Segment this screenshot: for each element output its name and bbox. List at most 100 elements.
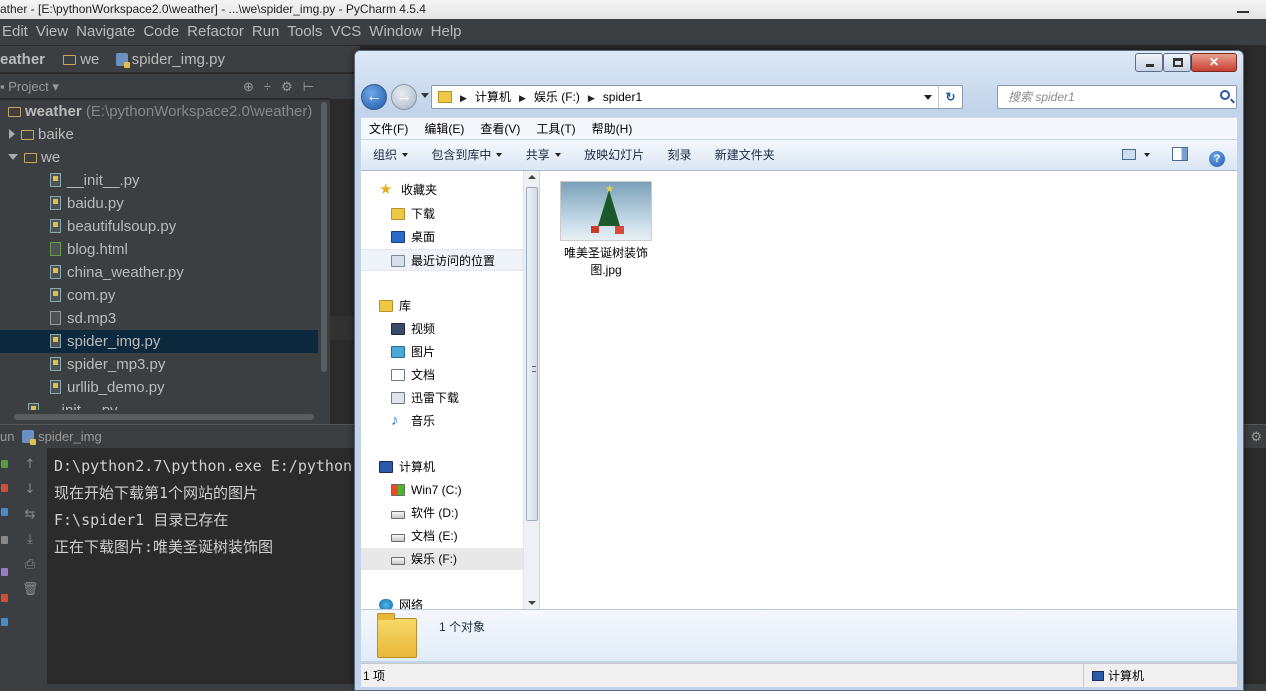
address-segment[interactable]: 娱乐 (F:) bbox=[534, 90, 580, 104]
nav-pictures[interactable]: 图片 bbox=[361, 341, 523, 363]
scroll-up-icon[interactable] bbox=[528, 175, 536, 179]
close-button[interactable]: ✕ bbox=[1191, 53, 1237, 72]
refresh-button[interactable]: ↻ bbox=[938, 86, 962, 108]
address-bar[interactable]: ▶ 计算机 ▶ 娱乐 (F:) ▶ spider1 ↻ bbox=[431, 85, 963, 109]
address-segment[interactable]: spider1 bbox=[603, 90, 642, 104]
tree-item-we[interactable]: we bbox=[0, 146, 318, 169]
menu-window[interactable]: Window bbox=[369, 23, 422, 40]
organize-button[interactable]: 组织 bbox=[373, 140, 409, 171]
expand-arrow-icon[interactable] bbox=[9, 129, 15, 139]
breadcrumb-root[interactable]: eather bbox=[0, 46, 45, 72]
menu-view[interactable]: View bbox=[36, 23, 68, 40]
file-list[interactable]: ★ 唯美圣诞树装饰 图.jpg bbox=[540, 171, 1237, 609]
help-icon[interactable] bbox=[1, 618, 8, 626]
nav-recent-places[interactable]: 最近访问的位置 bbox=[361, 249, 523, 271]
menu-file[interactable]: 文件(F) bbox=[369, 118, 408, 140]
sync-icon[interactable]: ⊕ bbox=[243, 79, 264, 94]
tree-item-init[interactable]: __init__.py bbox=[0, 169, 318, 192]
share-button[interactable]: 共享 bbox=[526, 140, 561, 171]
project-tab[interactable]: ▪ Project ▾ bbox=[0, 79, 59, 94]
project-scrollbar[interactable] bbox=[318, 100, 330, 410]
nav-xunlei[interactable]: 迅雷下载 bbox=[361, 387, 523, 409]
search-input[interactable]: 搜索 spider1 bbox=[997, 85, 1237, 109]
search-icon[interactable] bbox=[1220, 90, 1230, 100]
back-button[interactable] bbox=[361, 84, 387, 110]
gear-icon[interactable]: ⚙ bbox=[281, 79, 303, 94]
minimize-button[interactable] bbox=[1135, 53, 1163, 72]
maximize-button[interactable] bbox=[1163, 53, 1191, 72]
scroll-down-icon[interactable] bbox=[528, 601, 536, 605]
up-arrow-icon[interactable]: ↑ bbox=[22, 458, 38, 472]
rerun-icon[interactable] bbox=[1, 460, 8, 468]
preview-pane-icon[interactable] bbox=[1171, 147, 1188, 161]
gear-icon[interactable]: ⚙ bbox=[1250, 425, 1262, 449]
scrollbar-thumb[interactable] bbox=[526, 187, 538, 521]
nav-drive-e[interactable]: 文档 (E:) bbox=[361, 525, 523, 547]
address-dropdown-icon[interactable] bbox=[924, 95, 932, 100]
tree-root[interactable]: weather (E:\pythonWorkspace2.0\weather) bbox=[0, 100, 318, 123]
tree-item-spider-mp3[interactable]: spider_mp3.py bbox=[0, 353, 318, 376]
burn-button[interactable]: 刻录 bbox=[667, 140, 691, 171]
menu-navigate[interactable]: Navigate bbox=[76, 23, 135, 40]
recent-pages-dropdown[interactable] bbox=[421, 93, 429, 98]
breadcrumb-folder[interactable]: we bbox=[80, 46, 99, 72]
collapse-icon[interactable]: ÷ bbox=[264, 79, 281, 94]
file-item[interactable]: ★ 唯美圣诞树装饰 图.jpg bbox=[554, 179, 658, 279]
tree-item-blog[interactable]: blog.html bbox=[0, 238, 318, 261]
scroll-to-end-icon[interactable]: ⤓ bbox=[22, 533, 38, 547]
navigation-scrollbar[interactable] bbox=[523, 171, 539, 609]
soft-wrap-icon[interactable]: ⇆ bbox=[22, 508, 38, 522]
menu-view[interactable]: 查看(V) bbox=[480, 118, 520, 140]
project-horizontal-scrollbar[interactable] bbox=[0, 410, 330, 424]
tree-item-spider-img[interactable]: spider_img.py bbox=[0, 330, 318, 353]
menu-run[interactable]: Run bbox=[252, 23, 280, 40]
collapse-arrow-icon[interactable] bbox=[8, 154, 18, 160]
nav-favorites[interactable]: ★ 收藏夹 bbox=[361, 179, 523, 201]
menu-refactor[interactable]: Refactor bbox=[187, 23, 244, 40]
change-view-icon[interactable] bbox=[1122, 149, 1137, 160]
include-in-library-button[interactable]: 包含到库中 bbox=[431, 140, 503, 171]
tree-item-sd-mp3[interactable]: sd.mp3 bbox=[0, 307, 318, 330]
menu-tools[interactable]: 工具(T) bbox=[536, 118, 575, 140]
nav-drive-d[interactable]: 软件 (D:) bbox=[361, 502, 523, 524]
tree-item-baidu[interactable]: baidu.py bbox=[0, 192, 318, 215]
menu-help[interactable]: Help bbox=[431, 23, 462, 40]
forward-button[interactable] bbox=[391, 84, 417, 110]
address-segment[interactable]: 计算机 bbox=[475, 90, 511, 104]
chevron-right-icon[interactable]: ▶ bbox=[460, 93, 467, 103]
tree-item-urllib-demo[interactable]: urllib_demo.py bbox=[0, 376, 318, 399]
pin-icon[interactable] bbox=[1, 536, 8, 544]
trash-icon[interactable]: 🗑 bbox=[22, 583, 39, 597]
restore-layout-icon[interactable] bbox=[1, 508, 8, 516]
nav-drive-f[interactable]: 娱乐 (F:) bbox=[361, 548, 523, 570]
print-icon[interactable]: ⎙ bbox=[22, 558, 38, 572]
slideshow-button[interactable]: 放映幻灯片 bbox=[584, 140, 644, 171]
nav-network[interactable]: 网络 bbox=[361, 594, 523, 609]
stop-icon[interactable] bbox=[1, 484, 8, 492]
breadcrumb-file[interactable]: spider_img.py bbox=[132, 46, 225, 72]
tree-item-china-weather[interactable]: china_weather.py bbox=[0, 261, 318, 284]
menu-edit[interactable]: Edit bbox=[2, 23, 28, 40]
nav-downloads[interactable]: 下载 bbox=[361, 203, 523, 225]
tree-item-baike[interactable]: baike bbox=[0, 123, 318, 146]
menu-help[interactable]: 帮助(H) bbox=[592, 118, 633, 140]
run-config-name[interactable]: spider_img bbox=[38, 429, 102, 444]
menu-tools[interactable]: Tools bbox=[287, 23, 322, 40]
nav-documents[interactable]: 文档 bbox=[361, 364, 523, 386]
down-arrow-icon[interactable]: ↓ bbox=[22, 483, 38, 497]
menu-edit[interactable]: 编辑(E) bbox=[424, 118, 464, 140]
nav-desktop[interactable]: 桌面 bbox=[361, 226, 523, 248]
hide-icon[interactable]: ⊢ bbox=[303, 79, 324, 94]
chevron-right-icon[interactable]: ▶ bbox=[519, 93, 526, 103]
nav-videos[interactable]: 视频 bbox=[361, 318, 523, 340]
menu-vcs[interactable]: VCS bbox=[330, 23, 361, 40]
new-folder-button[interactable]: 新建文件夹 bbox=[715, 140, 775, 171]
minimize-button[interactable] bbox=[1222, 0, 1266, 19]
close-icon[interactable] bbox=[1, 594, 8, 602]
tree-item-beautifulsoup[interactable]: beautifulsoup.py bbox=[0, 215, 318, 238]
chevron-right-icon[interactable]: ▶ bbox=[588, 93, 595, 103]
nav-drive-c[interactable]: Win7 (C:) bbox=[361, 479, 523, 501]
nav-music[interactable]: ♪ 音乐 bbox=[361, 410, 523, 432]
nav-libraries[interactable]: 库 bbox=[361, 295, 523, 317]
settings-icon[interactable] bbox=[1, 568, 8, 576]
